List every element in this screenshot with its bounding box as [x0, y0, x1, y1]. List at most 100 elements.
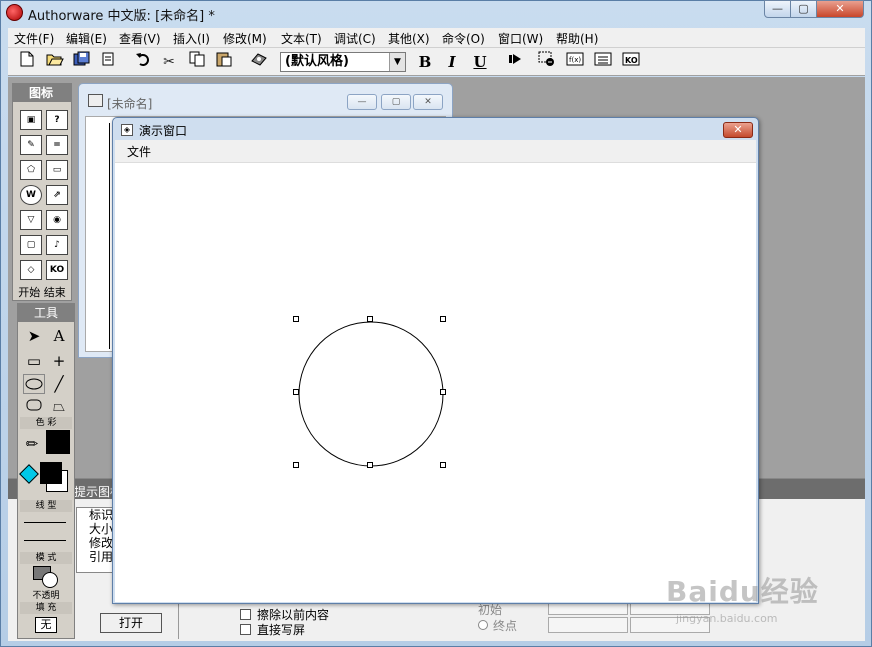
presentation-menu-file[interactable]: 文件	[127, 143, 151, 160]
map-icon[interactable]: ◉	[46, 210, 68, 230]
resize-handle-bottom-right[interactable]	[440, 462, 446, 468]
divider	[178, 603, 179, 639]
fill-section-label: 填 充	[20, 602, 72, 614]
line-style-section-label: 线 型	[20, 500, 72, 512]
copy-icon[interactable]	[186, 51, 208, 73]
icon-palette-title: 图标	[13, 84, 71, 102]
italic-button[interactable]: I	[442, 51, 462, 73]
design-minimize-button[interactable]: —	[347, 94, 377, 110]
presentation-menu-bar: 文件	[115, 140, 756, 162]
rounded-rect-tool-icon[interactable]	[23, 396, 45, 416]
display-icon[interactable]: ▣	[20, 110, 42, 130]
menu-other[interactable]: 其他(X)	[388, 30, 430, 47]
text-tool-icon[interactable]: A	[48, 326, 70, 346]
navigate-icon[interactable]: ⬠	[20, 160, 42, 180]
end-radio-label: 终点	[493, 619, 518, 633]
resize-handle-top-left[interactable]	[293, 316, 299, 322]
resize-handle-bottom[interactable]	[367, 462, 373, 468]
baidu-watermark: Baidu经验	[666, 575, 819, 608]
underline-button[interactable]: U	[470, 51, 490, 73]
design-maximize-button[interactable]: ▢	[381, 94, 411, 110]
text-style-select[interactable]: (默认风格) ▼	[280, 52, 406, 72]
pencil-color-icon[interactable]: ✏	[21, 434, 43, 454]
direct-to-screen-label: 直接写屏	[257, 623, 306, 637]
control-panel-icon[interactable]	[536, 51, 558, 73]
new-icon[interactable]	[16, 51, 38, 73]
line-style-thin[interactable]	[24, 522, 66, 523]
run-icon[interactable]	[504, 51, 526, 73]
maximize-button[interactable]: ▢	[790, 0, 817, 18]
functions-icon[interactable]: f(x)	[564, 51, 586, 73]
erase-previous-checkbox[interactable]	[240, 609, 251, 620]
paste-icon[interactable]	[213, 51, 235, 73]
open-icon[interactable]	[44, 51, 66, 73]
design-window-title: [未命名]	[107, 97, 153, 111]
bold-button[interactable]: B	[415, 51, 435, 73]
decision-icon[interactable]: W	[20, 185, 42, 205]
text-style-value: (默认风格)	[285, 54, 349, 69]
ellipse-tool-icon[interactable]	[23, 374, 45, 394]
menu-bar: 文件(F) 编辑(E) 查看(V) 插入(I) 修改(M) 文本(T) 调试(C…	[8, 28, 865, 48]
digital-movie-icon[interactable]: ▢	[20, 235, 42, 255]
open-button[interactable]: 打开	[100, 613, 162, 633]
menu-insert[interactable]: 插入(I)	[173, 30, 210, 47]
framework-icon[interactable]: ▭	[46, 160, 68, 180]
sound-icon[interactable]: ♪	[46, 235, 68, 255]
menu-help[interactable]: 帮助(H)	[556, 30, 598, 47]
rectangle-tool-icon[interactable]: ▭	[23, 351, 45, 371]
resize-handle-top[interactable]	[367, 316, 373, 322]
calculation-icon[interactable]: ▽	[20, 210, 42, 230]
dvd-icon[interactable]: ◇	[20, 260, 42, 280]
line-tool-icon[interactable]: ╱	[48, 374, 70, 394]
crosshair-tool-icon[interactable]: +	[48, 351, 70, 371]
menu-file[interactable]: 文件(F)	[14, 30, 54, 47]
menu-command[interactable]: 命令(O)	[442, 30, 485, 47]
knowledge-object-icon[interactable]: KO	[46, 260, 68, 280]
start-end-flags[interactable]: 开始 结束	[13, 284, 71, 300]
variables-icon[interactable]	[592, 51, 614, 73]
import-icon[interactable]	[97, 51, 119, 73]
fill-bucket-icon[interactable]	[19, 464, 39, 484]
polygon-tool-icon[interactable]: ⏢	[48, 396, 70, 416]
menu-debug[interactable]: 调试(C)	[334, 30, 376, 47]
wait-icon[interactable]: =	[46, 135, 68, 155]
line-style-dotted[interactable]	[24, 540, 66, 541]
pointer-tool-icon[interactable]: ➤	[23, 326, 45, 346]
svg-text:KO: KO	[625, 56, 638, 65]
resize-handle-left[interactable]	[293, 389, 299, 395]
resize-handle-right[interactable]	[440, 389, 446, 395]
cut-icon[interactable]: ✂	[158, 51, 180, 73]
minimize-button[interactable]: —	[764, 0, 791, 18]
menu-view[interactable]: 查看(V)	[119, 30, 161, 47]
erase-icon[interactable]: ✎	[20, 135, 42, 155]
foreground-color-swatch[interactable]	[40, 462, 62, 484]
end-x-field[interactable]	[548, 617, 628, 633]
resize-handle-top-right[interactable]	[440, 316, 446, 322]
line-color-swatch[interactable]	[46, 430, 70, 454]
design-close-button[interactable]: ✕	[413, 94, 443, 110]
fill-none-swatch[interactable]: 无	[35, 617, 57, 633]
menu-edit[interactable]: 编辑(E)	[66, 30, 107, 47]
mode-opaque-icon[interactable]	[42, 572, 58, 588]
end-radio[interactable]	[478, 620, 488, 630]
knowledge-objects-icon[interactable]: KO	[620, 51, 642, 73]
menu-text[interactable]: 文本(T)	[281, 30, 322, 47]
design-window-icon	[88, 94, 103, 107]
icon-palette: 图标 ▣ ? ✎ = ⬠ ▭ W ⇗ ▽ ◉ ▢ ♪ ◇ KO 开始 结束	[12, 83, 72, 301]
save-all-icon[interactable]	[71, 51, 93, 73]
close-button[interactable]: ✕	[816, 0, 864, 18]
selected-circle-shape[interactable]	[296, 319, 446, 469]
chevron-down-icon[interactable]: ▼	[389, 53, 405, 71]
interaction-icon[interactable]: ⇗	[46, 185, 68, 205]
undo-icon[interactable]	[132, 51, 154, 73]
motion-icon[interactable]: ?	[46, 110, 68, 130]
presentation-stage[interactable]	[115, 162, 756, 602]
resize-handle-bottom-left[interactable]	[293, 462, 299, 468]
authorware-logo-icon	[6, 4, 23, 21]
toolbar: ✂ (默认风格) ▼ B I U f(x) KO	[8, 48, 865, 76]
direct-to-screen-checkbox[interactable]	[240, 624, 251, 635]
menu-window[interactable]: 窗口(W)	[498, 30, 543, 47]
menu-modify[interactable]: 修改(M)	[223, 30, 267, 47]
presentation-close-button[interactable]: ✕	[723, 122, 753, 138]
find-icon[interactable]	[248, 51, 270, 73]
